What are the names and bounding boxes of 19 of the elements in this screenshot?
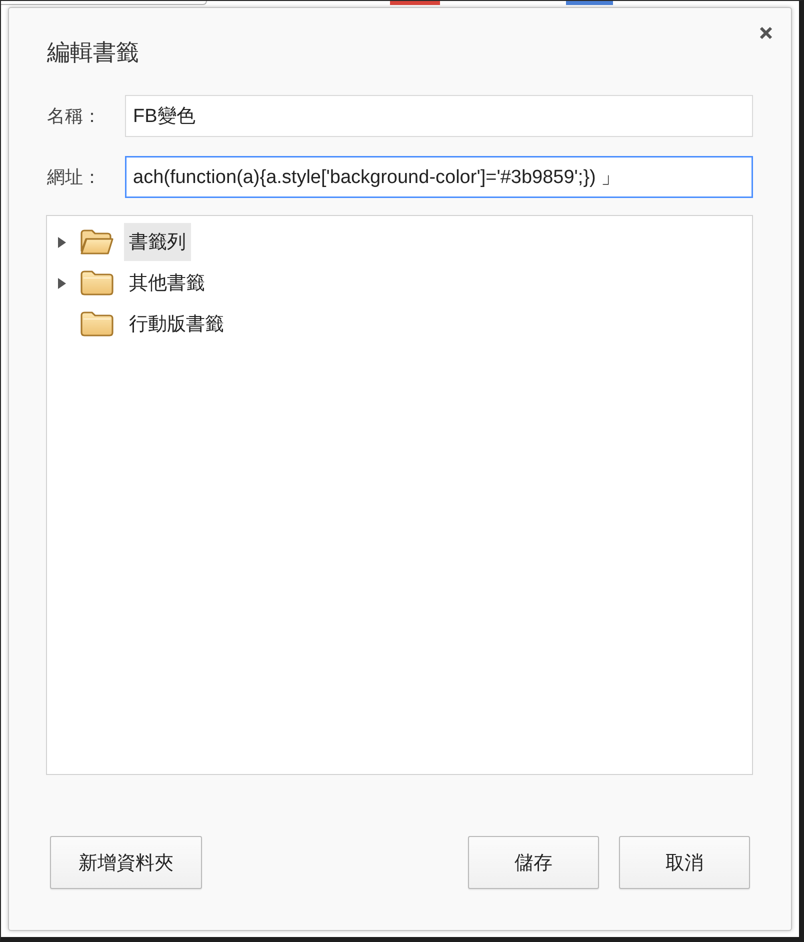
dialog-title: 編輯書籤 (47, 39, 139, 68)
folder-item[interactable]: 書籤列 (124, 223, 191, 261)
text-input[interactable]: FB變色 (125, 95, 753, 137)
folder-icon (80, 270, 114, 296)
folder-item[interactable]: 其他書籤 (124, 264, 210, 302)
new-folder-button[interactable]: 新增資料夾 (50, 836, 202, 889)
field-label: 名稱： (47, 105, 102, 128)
folder-icon (80, 311, 114, 337)
dialog-button[interactable]: 取消 (619, 836, 750, 889)
folder-item[interactable]: 行動版書籤 (124, 305, 229, 343)
toolbar-item-edge (566, 1, 613, 5)
expand-arrow-icon[interactable] (58, 236, 66, 248)
close-icon[interactable] (757, 24, 775, 42)
expand-arrow-icon[interactable] (58, 278, 66, 288)
open-folder-icon (80, 229, 114, 255)
text-input[interactable]: ach(function(a){a.style['background-color']='#3b9859';}) 」 (125, 156, 753, 198)
dialog-button[interactable]: 儲存 (468, 836, 599, 889)
toolbar-item-edge (390, 1, 440, 5)
field-label: 網址： (47, 166, 102, 189)
